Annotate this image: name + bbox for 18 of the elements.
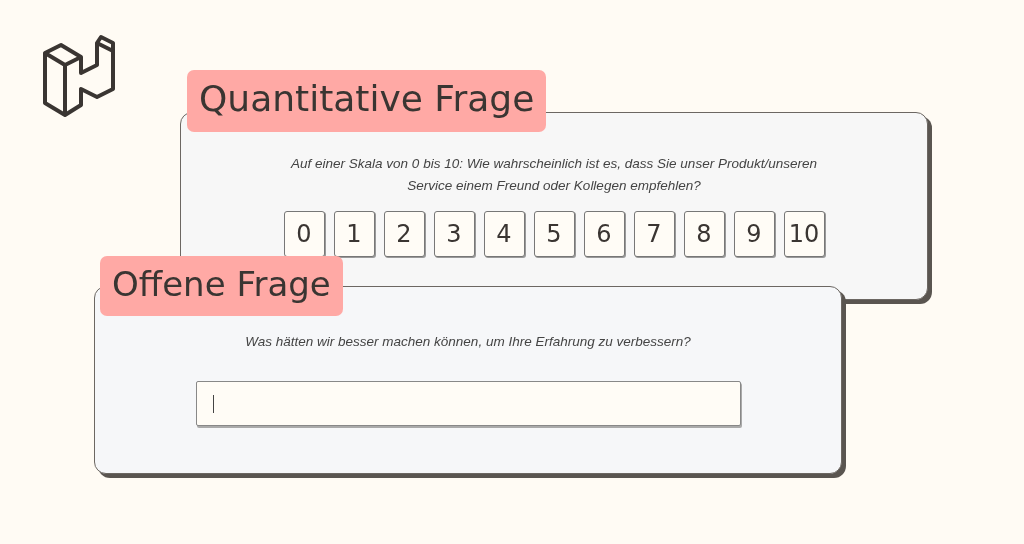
rating-option[interactable]: 4 xyxy=(483,211,525,257)
rating-option[interactable]: 8 xyxy=(683,211,725,257)
rating-option[interactable]: 0 xyxy=(283,211,325,257)
rating-option[interactable]: 7 xyxy=(633,211,675,257)
question-text: Auf einer Skala von 0 bis 10: Wie wahrscheinlich ist es, dass Sie unser Produkt/unseren Service einem Freund oder Kollegen empfehlen? xyxy=(289,155,818,195)
rating-option[interactable]: 6 xyxy=(583,211,625,257)
section-label: Quantitative Frage xyxy=(187,70,547,132)
rating-option[interactable]: 3 xyxy=(433,211,475,257)
question-text: Was hätten wir besser machen können, um Ihre Erfahrung zu verbessern? xyxy=(244,333,692,351)
text-cursor xyxy=(212,394,214,413)
answer-field[interactable] xyxy=(195,381,741,426)
logo-icon xyxy=(41,33,117,119)
rating-option[interactable]: 2 xyxy=(383,211,425,257)
rating-option[interactable]: 10 xyxy=(783,211,825,257)
section-label: Offene Frage xyxy=(100,256,343,316)
rating-option[interactable]: 1 xyxy=(333,211,375,257)
rating-option[interactable]: 9 xyxy=(733,211,775,257)
rating-option[interactable]: 5 xyxy=(533,211,575,257)
